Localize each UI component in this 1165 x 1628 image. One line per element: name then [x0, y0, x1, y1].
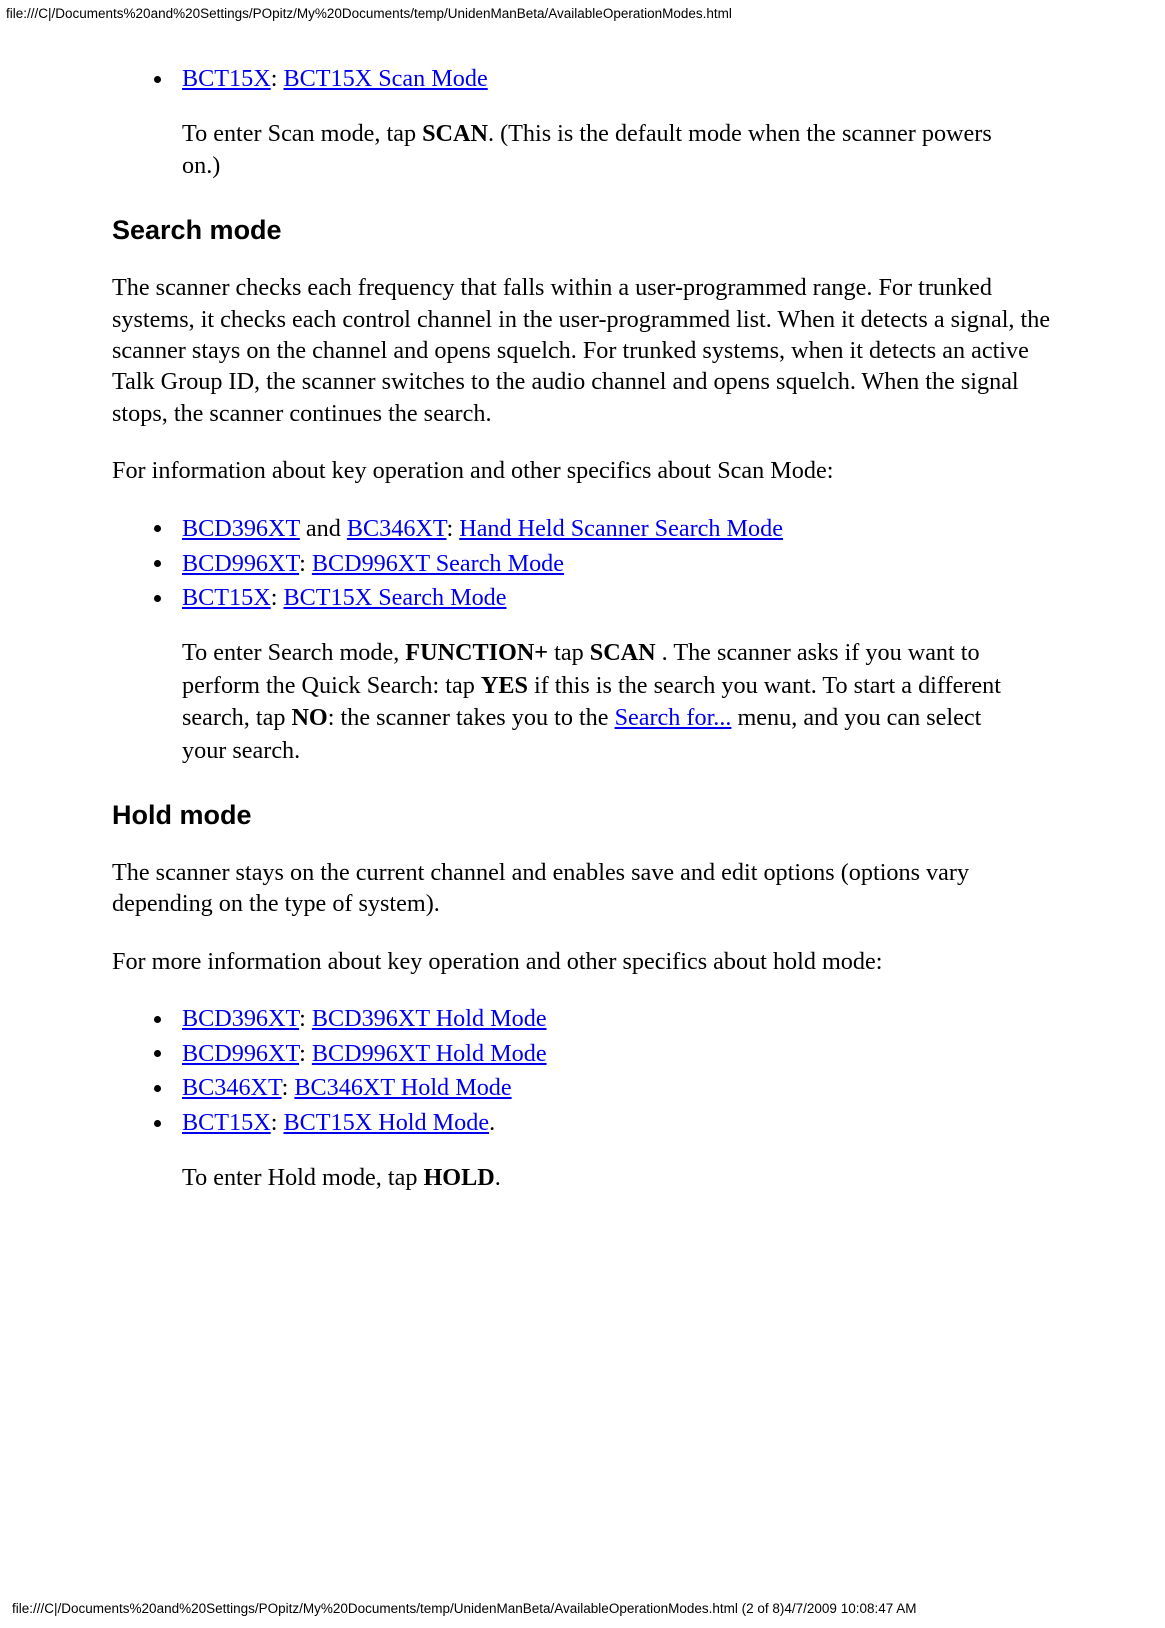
page: file:///C|/Documents%20and%20Settings/PO… — [0, 0, 1165, 1628]
text-separator: : — [299, 550, 312, 577]
hold-mode-list: BCD396XT: BCD396XT Hold Mode BCD996XT: B… — [112, 1003, 1075, 1194]
list-item: BCT15X: BCT15X Search Mode To enter Sear… — [182, 582, 1075, 767]
document-content: BCT15X: BCT15X Scan Mode To enter Scan m… — [0, 21, 1165, 1194]
hold-mode-description: The scanner stays on the current channel… — [112, 857, 1075, 920]
text-separator: : — [299, 1005, 312, 1032]
text-separator: : — [271, 65, 284, 92]
scan-mode-enter-note: To enter Scan mode, tap SCAN. (This is t… — [182, 118, 1075, 183]
text: : the scanner takes you to the — [328, 704, 615, 731]
text: . — [489, 1109, 495, 1136]
list-item: BCD396XT: BCD396XT Hold Mode — [182, 1003, 1075, 1036]
list-item: BC346XT: BC346XT Hold Mode — [182, 1072, 1075, 1105]
list-item: BCT15X: BCT15X Hold Mode. To enter Hold … — [182, 1107, 1075, 1194]
link-bc346xt[interactable]: BC346XT — [347, 515, 447, 542]
text-bold-scan: SCAN — [590, 639, 656, 666]
list-item: BCT15X: BCT15X Scan Mode To enter Scan m… — [182, 63, 1075, 183]
link-bct15x-search-mode[interactable]: BCT15X Search Mode — [283, 584, 506, 611]
link-bcd996xt-hold-mode[interactable]: BCD996XT Hold Mode — [312, 1040, 547, 1067]
text-bold-no: NO — [291, 704, 327, 731]
heading-search-mode: Search mode — [112, 213, 1075, 248]
link-bct15x[interactable]: BCT15X — [182, 584, 271, 611]
text-separator: : — [299, 1040, 312, 1067]
text-bold-yes: YES — [481, 672, 528, 699]
list-item: BCD996XT: BCD996XT Hold Mode — [182, 1038, 1075, 1071]
text: tap — [548, 639, 590, 666]
search-mode-description: The scanner checks each frequency that f… — [112, 272, 1075, 429]
link-search-for[interactable]: Search for... — [615, 704, 732, 731]
link-bct15x[interactable]: BCT15X — [182, 1109, 271, 1136]
link-bcd996xt-search-mode[interactable]: BCD996XT Search Mode — [312, 550, 564, 577]
text-bold-hold: HOLD — [423, 1164, 494, 1191]
scan-mode-tail-list: BCT15X: BCT15X Scan Mode To enter Scan m… — [112, 63, 1075, 183]
search-mode-list: BCD396XT and BC346XT: Hand Held Scanner … — [112, 513, 1075, 768]
text: To enter Hold mode, tap — [182, 1164, 423, 1191]
link-bct15x[interactable]: BCT15X — [182, 65, 271, 92]
footer-file-path: file:///C|/Documents%20and%20Settings/PO… — [6, 1601, 917, 1616]
link-bct15x-scan-mode[interactable]: BCT15X Scan Mode — [283, 65, 487, 92]
link-bcd996xt[interactable]: BCD996XT — [182, 1040, 299, 1067]
list-item: BCD396XT and BC346XT: Hand Held Scanner … — [182, 513, 1075, 546]
header-file-path: file:///C|/Documents%20and%20Settings/PO… — [0, 6, 1165, 21]
text: . — [495, 1164, 501, 1191]
text: To enter Search mode, — [182, 639, 405, 666]
search-mode-enter-note: To enter Search mode, FUNCTION+ tap SCAN… — [182, 637, 1075, 768]
link-bct15x-hold-mode[interactable]: BCT15X Hold Mode — [283, 1109, 489, 1136]
hold-mode-more-info: For more information about key operation… — [112, 946, 1075, 977]
link-bcd996xt[interactable]: BCD996XT — [182, 550, 299, 577]
text: and — [300, 515, 347, 542]
text: To enter Scan mode, tap — [182, 120, 422, 147]
link-bc346xt[interactable]: BC346XT — [182, 1074, 282, 1101]
link-handheld-search-mode[interactable]: Hand Held Scanner Search Mode — [459, 515, 783, 542]
list-item: BCD996XT: BCD996XT Search Mode — [182, 548, 1075, 581]
link-bcd396xt[interactable]: BCD396XT — [182, 1005, 299, 1032]
link-bc346xt-hold-mode[interactable]: BC346XT Hold Mode — [294, 1074, 511, 1101]
text-bold-scan: SCAN — [422, 120, 488, 147]
text-separator: : — [446, 515, 459, 542]
text-separator: : — [282, 1074, 295, 1101]
link-bcd396xt[interactable]: BCD396XT — [182, 515, 300, 542]
heading-hold-mode: Hold mode — [112, 798, 1075, 833]
text-separator: : — [271, 1109, 284, 1136]
hold-mode-enter-note: To enter Hold mode, tap HOLD. — [182, 1162, 1075, 1195]
text-separator: : — [271, 584, 284, 611]
text-bold-function: FUNCTION+ — [405, 639, 548, 666]
search-mode-more-info: For information about key operation and … — [112, 455, 1075, 486]
link-bcd396xt-hold-mode[interactable]: BCD396XT Hold Mode — [312, 1005, 547, 1032]
